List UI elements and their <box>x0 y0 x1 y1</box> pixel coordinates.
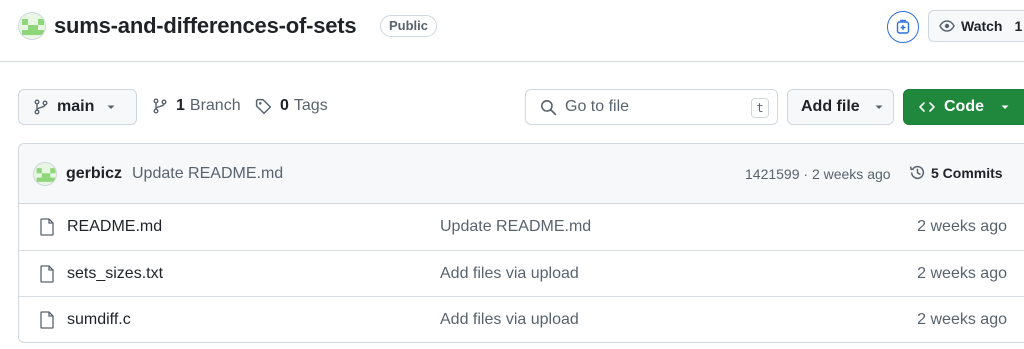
watch-button[interactable]: Watch 1 <box>928 10 1024 42</box>
file-name[interactable]: sets_sizes.txt <box>67 265 163 283</box>
file-row[interactable]: README.md Update README.md 2 weeks ago <box>19 204 1024 251</box>
code-label: Code <box>944 98 984 115</box>
file-icon <box>40 218 54 236</box>
branch-count: 1 <box>176 97 185 114</box>
tag-label: Tags <box>293 97 328 114</box>
eye-icon <box>939 20 955 32</box>
tag-count: 0 <box>280 97 289 114</box>
commit-hash-time[interactable]: 1421599 · 2 weeks ago <box>745 166 891 182</box>
file-age: 2 weeks ago <box>917 264 1007 282</box>
tag-icon <box>255 98 272 114</box>
commit-author[interactable]: gerbicz <box>66 165 122 183</box>
tags-link[interactable]: 0 Tags <box>255 97 328 115</box>
pin-button[interactable] <box>887 11 919 43</box>
repo-title[interactable]: sums-and-differences-of-sets <box>54 13 357 39</box>
file-commit-message[interactable]: Add files via upload <box>440 311 579 329</box>
branch-icon <box>153 98 167 114</box>
file-browser: gerbicz Update README.md 1421599 · 2 wee… <box>18 143 1024 343</box>
repo-header: sums-and-differences-of-sets Public Watc… <box>0 0 1024 62</box>
branch-name: main <box>57 98 95 115</box>
chevron-down-icon <box>875 105 883 109</box>
file-age: 2 weeks ago <box>917 311 1007 328</box>
commits-count-label: 5 Commits <box>931 164 1003 181</box>
file-row[interactable]: sumdiff.c Add files via upload 2 weeks a… <box>19 297 1024 342</box>
code-icon <box>919 102 935 112</box>
branch-selector[interactable]: main <box>18 89 137 125</box>
watch-label: Watch <box>961 18 1003 34</box>
latest-commit-bar: gerbicz Update README.md 1421599 · 2 wee… <box>19 144 1024 204</box>
owner-avatar[interactable] <box>18 12 46 40</box>
branches-link[interactable]: 1 Branch <box>152 97 241 115</box>
code-button[interactable]: Code <box>903 89 1024 125</box>
file-name[interactable]: sumdiff.c <box>67 311 131 329</box>
search-icon <box>541 99 557 115</box>
shortcut-key: t <box>751 98 769 118</box>
history-icon <box>909 165 925 180</box>
author-avatar[interactable] <box>33 162 57 186</box>
watch-count: 1 <box>1014 18 1023 34</box>
file-name[interactable]: README.md <box>67 218 162 236</box>
chevron-down-icon <box>1001 105 1009 109</box>
commit-message[interactable]: Update README.md <box>132 165 283 183</box>
file-age: 2 weeks ago <box>917 218 1007 235</box>
add-file-label: Add file <box>801 98 860 115</box>
file-icon <box>40 264 54 283</box>
go-to-file-search[interactable]: t <box>525 89 778 125</box>
commits-history-link[interactable]: 5 Commits <box>909 164 1003 181</box>
branch-label: Branch <box>189 97 241 114</box>
file-row[interactable]: sets_sizes.txt Add files via upload 2 we… <box>19 251 1024 297</box>
branch-icon <box>34 99 48 115</box>
pin-icon <box>896 19 910 34</box>
file-commit-message[interactable]: Add files via upload <box>440 265 579 283</box>
chevron-down-icon <box>107 105 115 109</box>
search-input[interactable] <box>565 98 735 116</box>
add-file-button[interactable]: Add file <box>787 89 894 125</box>
file-commit-message[interactable]: Update README.md <box>440 218 591 236</box>
file-icon <box>40 311 54 329</box>
visibility-badge: Public <box>380 15 438 37</box>
